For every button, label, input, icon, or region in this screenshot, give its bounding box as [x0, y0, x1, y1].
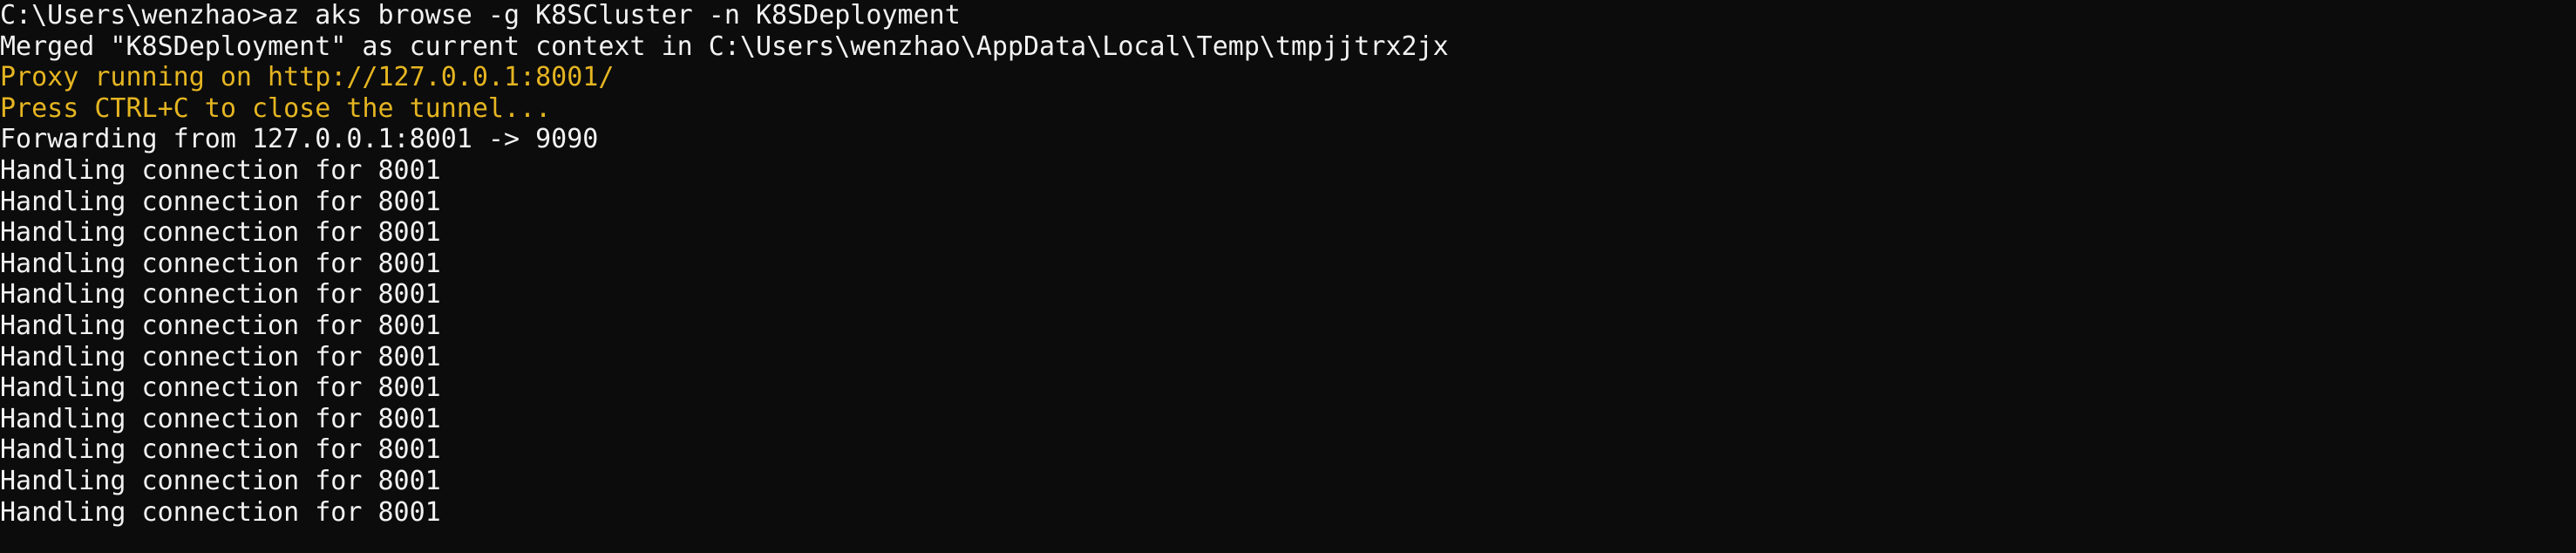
- output-line-handling-connection: Handling connection for 8001: [0, 496, 441, 528]
- output-line-handling-connection: Handling connection for 8001: [0, 341, 441, 372]
- output-line-handling-connection: Handling connection for 8001: [0, 403, 441, 434]
- output-line-forwarding: Forwarding from 127.0.0.1:8001 -> 9090: [0, 124, 599, 155]
- output-line-merged-context: Merged "K8SDeployment" as current contex…: [0, 31, 1449, 62]
- output-line-handling-connection: Handling connection for 8001: [0, 217, 441, 249]
- command-line: C:\Users\wenzhao>az aks browse -g K8SClu…: [0, 0, 961, 31]
- output-line-proxy-running: Proxy running on http://127.0.0.1:8001/: [0, 62, 615, 93]
- output-line-handling-connection: Handling connection for 8001: [0, 154, 441, 186]
- output-line-handling-connection: Handling connection for 8001: [0, 248, 441, 279]
- output-line-handling-connection: Handling connection for 8001: [0, 186, 441, 217]
- console-window[interactable]: C:\Users\wenzhao>az aks browse -g K8SClu…: [0, 0, 2576, 553]
- output-line-handling-connection: Handling connection for 8001: [0, 434, 441, 466]
- output-line-handling-connection: Handling connection for 8001: [0, 465, 441, 496]
- output-line-handling-connection: Handling connection for 8001: [0, 372, 441, 404]
- output-line-handling-connection: Handling connection for 8001: [0, 279, 441, 311]
- output-line-press-ctrl-c: Press CTRL+C to close the tunnel...: [0, 92, 552, 124]
- output-line-handling-connection: Handling connection for 8001: [0, 310, 441, 341]
